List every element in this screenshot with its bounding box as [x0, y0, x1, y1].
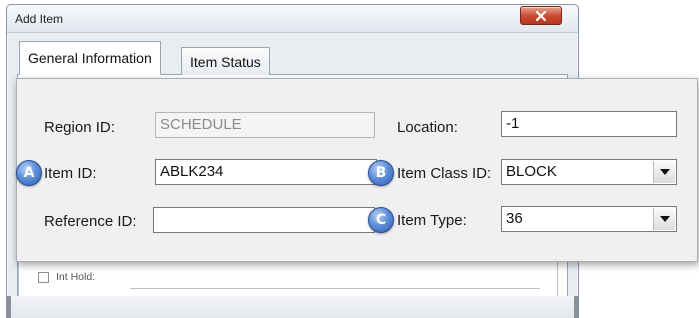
location-label: Location:: [397, 119, 458, 136]
item-type-value: 36: [506, 210, 523, 227]
dropdown-button[interactable]: [653, 161, 675, 183]
item-class-id-label: Item Class ID:: [397, 165, 492, 182]
hold-divider: [130, 288, 540, 289]
tab-label: General Information: [28, 50, 152, 66]
reference-id-field[interactable]: [153, 207, 375, 233]
region-id-label: Region ID:: [44, 119, 115, 136]
tab-item-status[interactable]: Item Status: [181, 47, 270, 75]
window-bottom-edge: [6, 296, 579, 318]
dropdown-button[interactable]: [653, 208, 675, 230]
window-left-border: [6, 296, 11, 318]
item-id-field[interactable]: ABLK234: [155, 159, 377, 185]
item-class-id-select[interactable]: BLOCK: [501, 159, 677, 185]
item-id-label: Item ID:: [44, 165, 97, 182]
close-icon: [535, 10, 547, 21]
reference-id-label: Reference ID:: [44, 213, 137, 230]
int-hold-checkbox[interactable]: [38, 271, 49, 283]
tab-label: Item Status: [190, 53, 261, 70]
title-bar[interactable]: Add Item: [7, 5, 578, 33]
item-type-select[interactable]: 36: [501, 206, 677, 232]
region-id-field: SCHEDULE: [155, 112, 375, 138]
chevron-down-icon: [659, 169, 670, 175]
item-type-label: Item Type:: [397, 212, 467, 229]
int-hold-label: Int Hold:: [56, 271, 96, 283]
callout-badge-a: A: [16, 160, 42, 186]
callout-badge-c: C: [368, 207, 394, 233]
location-field[interactable]: -1: [501, 111, 677, 137]
tab-general-information[interactable]: General Information: [19, 41, 161, 75]
zoomed-form-panel: Region ID: SCHEDULE Location: -1 A Item …: [16, 78, 698, 262]
window-title: Add Item: [15, 12, 64, 26]
window-right-border: [574, 296, 579, 318]
close-button[interactable]: [520, 6, 562, 25]
callout-badge-b: B: [368, 160, 394, 186]
tab-strip: General Information Item Status: [17, 41, 568, 75]
chevron-down-icon: [659, 216, 670, 222]
item-class-id-value: BLOCK: [506, 163, 557, 180]
int-hold-checkbox-row[interactable]: Int Hold:: [38, 271, 95, 283]
